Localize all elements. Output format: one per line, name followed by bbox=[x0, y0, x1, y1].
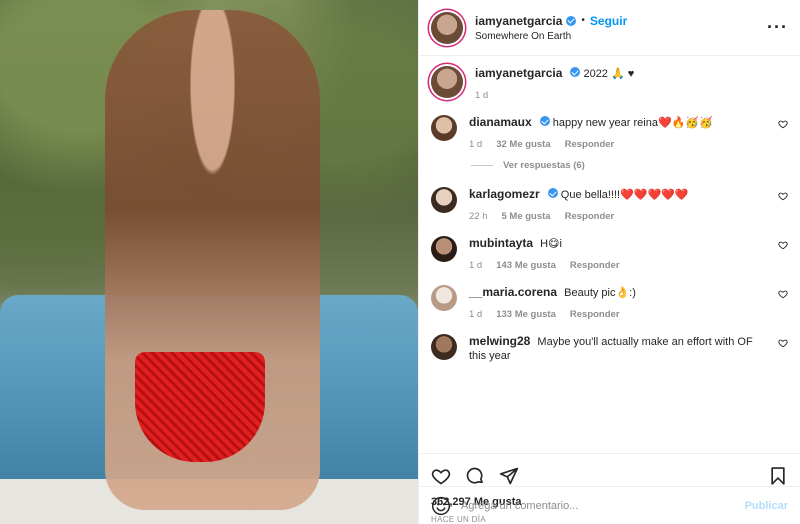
comment-like-icon[interactable] bbox=[778, 338, 788, 348]
comment-likes[interactable]: 143 Me gusta bbox=[496, 260, 556, 271]
comment-likes[interactable]: 32 Me gusta bbox=[496, 139, 550, 150]
post-header: iamyanetgarcia • Seguir Somewhere On Ear… bbox=[419, 0, 800, 56]
commenter-avatar[interactable] bbox=[431, 236, 457, 262]
post-location[interactable]: Somewhere On Earth bbox=[475, 31, 627, 42]
post-window: iamyanetgarcia • Seguir Somewhere On Ear… bbox=[0, 0, 800, 524]
comment-text: Beauty pic👌:) bbox=[564, 287, 636, 299]
follow-button[interactable]: Seguir bbox=[590, 14, 627, 28]
comment-likes[interactable]: 5 Me gusta bbox=[502, 211, 551, 222]
reply-button[interactable]: Responder bbox=[570, 260, 620, 271]
commenter-avatar[interactable] bbox=[431, 334, 457, 360]
verified-badge-icon bbox=[570, 67, 581, 77]
comment-icon[interactable] bbox=[465, 466, 485, 486]
separator-dot: • bbox=[581, 15, 585, 26]
comment-input[interactable] bbox=[461, 499, 745, 512]
post-panel: iamyanetgarcia • Seguir Somewhere On Ear… bbox=[418, 0, 800, 524]
share-icon[interactable] bbox=[499, 466, 519, 486]
commenter-avatar[interactable] bbox=[431, 115, 457, 141]
comment-item: melwing28 Maybe you'll actually make an … bbox=[431, 334, 788, 363]
verified-badge-icon bbox=[547, 188, 558, 198]
comment-composer: Publicar bbox=[419, 486, 800, 524]
comment-text: Que bella!!!!❤️❤️❤️❤️❤️ bbox=[560, 189, 689, 201]
more-options-icon[interactable]: ··· bbox=[767, 17, 788, 38]
caption-avatar[interactable] bbox=[431, 66, 463, 98]
photo-garment bbox=[135, 352, 265, 462]
view-replies-button[interactable]: Ver respuestas (6) bbox=[471, 160, 788, 171]
comment-text: happy new year reina❤️🔥🥳🥳 bbox=[552, 117, 713, 129]
emoji-icon[interactable] bbox=[431, 496, 451, 516]
commenter-avatar[interactable] bbox=[431, 285, 457, 311]
comment-item: dianamaux happy new year reina❤️🔥🥳🥳 1 d 3… bbox=[431, 115, 788, 150]
caption-time[interactable]: 1 d bbox=[475, 90, 488, 101]
publish-button[interactable]: Publicar bbox=[745, 500, 788, 512]
comment-like-icon[interactable] bbox=[778, 191, 788, 201]
comment-time[interactable]: 1 d bbox=[469, 260, 482, 271]
comment-time[interactable]: 22 h bbox=[469, 211, 488, 222]
caption-username[interactable]: iamyanetgarcia bbox=[475, 66, 562, 80]
comment-username[interactable]: mubintayta bbox=[469, 236, 533, 250]
action-bar bbox=[431, 464, 788, 488]
view-replies-label[interactable]: Ver respuestas (6) bbox=[503, 160, 585, 171]
reply-button[interactable]: Responder bbox=[565, 211, 615, 222]
reply-button[interactable]: Responder bbox=[565, 139, 615, 150]
comment-item: mubintayta H😋i 1 d 143 Me gusta Responder bbox=[431, 236, 788, 271]
comment-likes[interactable]: 133 Me gusta bbox=[496, 309, 556, 320]
author-username[interactable]: iamyanetgarcia bbox=[475, 14, 562, 28]
replies-rule bbox=[471, 165, 493, 166]
author-info: iamyanetgarcia • Seguir Somewhere On Ear… bbox=[475, 14, 627, 42]
post-photo[interactable] bbox=[0, 0, 418, 524]
save-icon[interactable] bbox=[768, 466, 788, 486]
verified-badge-icon bbox=[566, 15, 577, 26]
author-avatar[interactable] bbox=[431, 11, 463, 44]
comment-username[interactable]: __maria.corena bbox=[469, 285, 557, 299]
commenter-avatar[interactable] bbox=[431, 187, 457, 213]
caption-text: 2022 🙏 ♥ bbox=[583, 68, 635, 80]
comment-time[interactable]: 1 d bbox=[469, 309, 482, 320]
verified-badge-icon bbox=[539, 116, 550, 126]
comment-username[interactable]: dianamaux bbox=[469, 115, 532, 129]
comment-like-icon[interactable] bbox=[778, 289, 788, 299]
like-icon[interactable] bbox=[431, 466, 451, 486]
comment-item: __maria.corena Beauty pic👌:) 1 d 133 Me g… bbox=[431, 285, 788, 320]
comment-username[interactable]: melwing28 bbox=[469, 334, 530, 348]
comment-like-icon[interactable] bbox=[778, 119, 788, 129]
comment-item: karlagomezr Que bella!!!!❤️❤️❤️❤️❤️ 22 h… bbox=[431, 187, 788, 222]
caption: iamyanetgarcia 2022 🙏 ♥ 1 d bbox=[431, 66, 788, 101]
reply-button[interactable]: Responder bbox=[570, 309, 620, 320]
comments-list: iamyanetgarcia 2022 🙏 ♥ 1 d dianamaux ha… bbox=[419, 56, 800, 453]
comment-like-icon[interactable] bbox=[778, 240, 788, 250]
comment-text: H😋i bbox=[540, 238, 562, 250]
comment-username[interactable]: karlagomezr bbox=[469, 187, 540, 201]
comment-time[interactable]: 1 d bbox=[469, 139, 482, 150]
